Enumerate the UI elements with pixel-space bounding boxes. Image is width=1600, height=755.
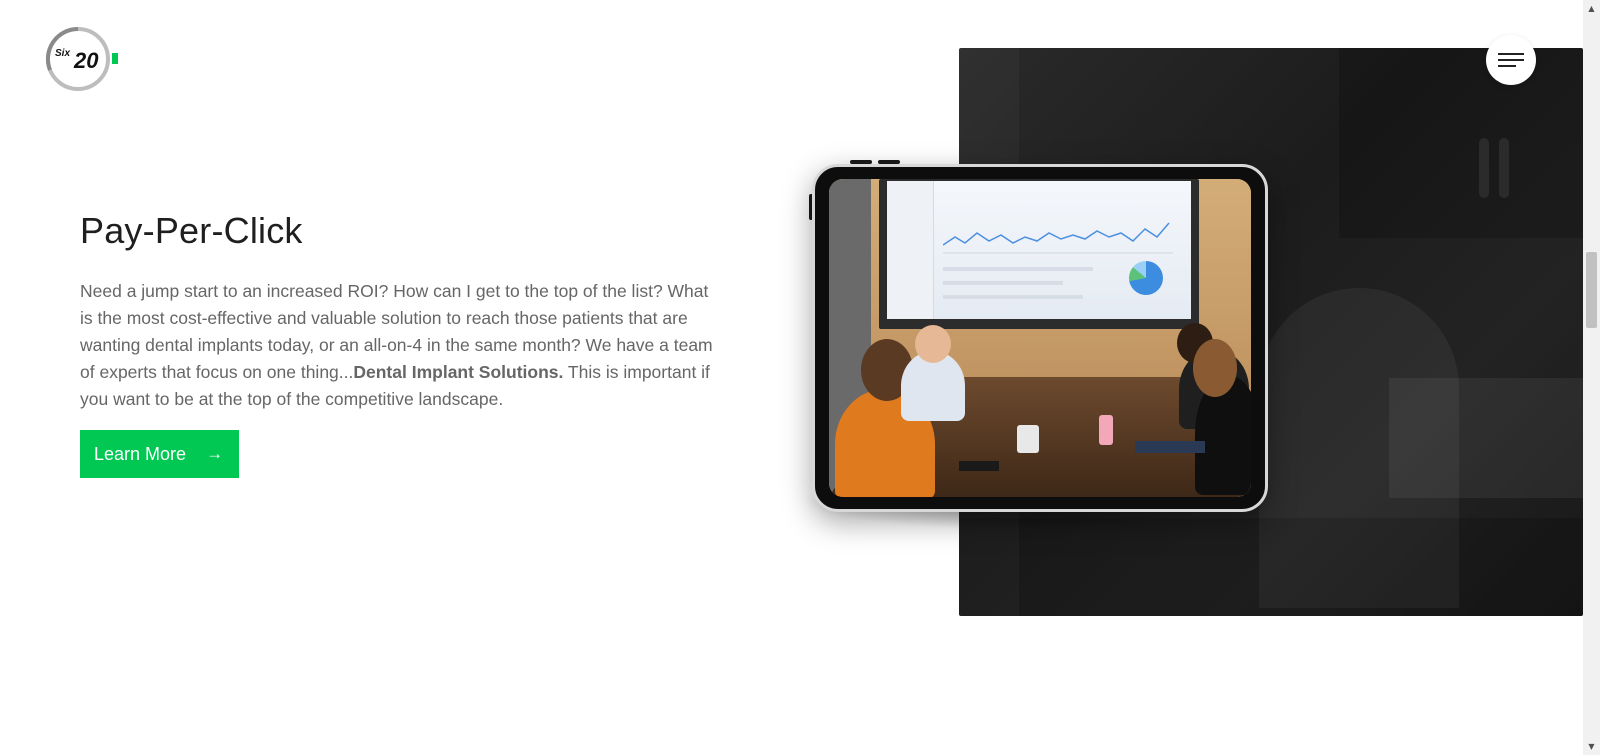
page: Six 20 Pay-Per-Click Need a jump start t… xyxy=(0,0,1600,755)
arrow-right-icon: → xyxy=(206,444,224,463)
description-highlight: Dental Implant Solutions. xyxy=(353,362,564,382)
logo-number: 20 xyxy=(73,48,99,73)
section-description: Need a jump start to an increased ROI? H… xyxy=(80,278,720,413)
vertical-scrollbar[interactable]: ▲ ▼ xyxy=(1583,0,1600,755)
tablet-mockup xyxy=(812,164,1268,512)
learn-more-button[interactable]: Learn More → xyxy=(80,430,240,478)
section-heading: Pay-Per-Click xyxy=(80,210,303,251)
analytics-line-graph xyxy=(943,222,1173,254)
scroll-down-arrow-icon[interactable]: ▼ xyxy=(1583,738,1600,755)
site-logo[interactable]: Six 20 xyxy=(44,26,120,92)
learn-more-label: Learn More xyxy=(94,443,187,464)
logo-mark: Six 20 xyxy=(45,26,118,91)
hamburger-menu-icon xyxy=(1498,49,1524,71)
menu-button[interactable] xyxy=(1486,35,1536,85)
pie-chart-icon xyxy=(1129,261,1163,295)
projector-screen xyxy=(879,179,1199,329)
scrollbar-thumb[interactable] xyxy=(1586,252,1597,328)
scroll-up-arrow-icon[interactable]: ▲ xyxy=(1583,0,1600,17)
logo-battery-tip xyxy=(112,53,118,64)
meeting-photo xyxy=(829,179,1251,497)
logo-prefix: Six xyxy=(55,48,70,59)
ppc-section: Pay-Per-Click Need a jump start to an in… xyxy=(80,210,720,478)
